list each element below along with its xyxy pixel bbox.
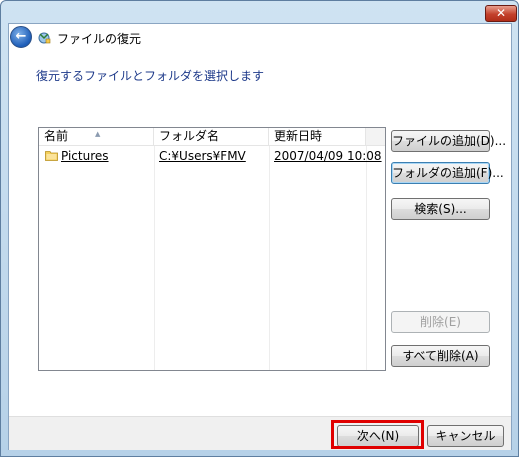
back-button[interactable]: ←: [10, 26, 32, 48]
file-list[interactable]: 名前 ▲ フォルダ名 更新日時 Pictures C:¥Users¥FMV 20: [38, 127, 386, 371]
window-title: ファイルの復元: [57, 32, 142, 46]
column-header-name-label: 名前: [44, 129, 69, 143]
column-header-modified-label: 更新日時: [274, 129, 323, 143]
column-header-folder-label: フォルダ名: [159, 129, 220, 143]
search-label: 検索(S)...: [414, 202, 467, 216]
close-icon: ✕: [495, 6, 507, 20]
search-button[interactable]: 検索(S)...: [391, 198, 490, 220]
remove-label: 削除(E): [420, 315, 461, 329]
column-divider: [269, 146, 270, 370]
row-modified[interactable]: 2007/04/09 10:08: [274, 149, 382, 163]
column-header-modified[interactable]: 更新日時: [269, 128, 366, 146]
column-header-name[interactable]: 名前 ▲: [39, 128, 154, 146]
row-name[interactable]: Pictures: [61, 149, 109, 163]
remove-button[interactable]: 削除(E): [391, 311, 490, 333]
folder-icon: [45, 151, 58, 161]
remove-all-button[interactable]: すべて削除(A): [391, 345, 490, 367]
dialog-content: ← ファイルの復元 復元するファイルとフォルダを選択します 名前 ▲ フォルダ名…: [8, 23, 512, 450]
column-header-folder[interactable]: フォルダ名: [154, 128, 269, 146]
column-divider: [154, 146, 155, 370]
sort-indicator-icon: ▲: [95, 130, 101, 138]
cancel-label: キャンセル: [435, 429, 496, 443]
row-folder[interactable]: C:¥Users¥FMV: [159, 149, 246, 163]
add-files-button[interactable]: ファイルの追加(D)...: [391, 130, 506, 152]
backup-restore-icon: [38, 32, 51, 44]
next-button-highlight: [331, 420, 424, 449]
back-arrow-icon: ←: [15, 29, 27, 44]
close-button[interactable]: ✕: [485, 5, 517, 22]
dialog-window: ✕ ← ファイルの復元 復元するファイルとフォルダを選択します 名前 ▲ フォル…: [0, 0, 519, 457]
column-divider: [366, 146, 367, 370]
table-row[interactable]: Pictures C:¥Users¥FMV 2007/04/09 10:08: [39, 147, 382, 165]
instruction-text: 復元するファイルとフォルダを選択します: [36, 69, 265, 83]
add-folders-button[interactable]: フォルダの追加(F)...: [391, 162, 504, 184]
add-folders-label: フォルダの追加(F)...: [392, 166, 504, 180]
list-header-filler: [366, 128, 385, 146]
cancel-button[interactable]: キャンセル: [427, 425, 504, 447]
add-files-label: ファイルの追加(D)...: [392, 134, 507, 148]
remove-all-label: すべて削除(A): [402, 349, 479, 363]
